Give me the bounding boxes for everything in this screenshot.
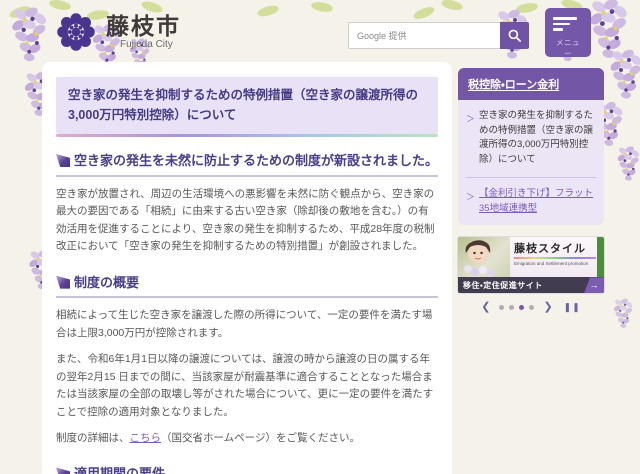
menu-button[interactable]: メニュー	[545, 8, 591, 58]
link-prefix-text: 制度の詳細は、	[56, 432, 130, 444]
arrow-right-icon: →	[584, 277, 604, 294]
sidebar-category-title: 税控除・ローン金利	[468, 79, 560, 91]
sidebar-nav-list: ＞ 空き家の発生を抑制するための特例措置（空き家の譲渡所得の3,000万円特別控…	[458, 100, 604, 226]
sidebar-item-flat35[interactable]: ＞ 【金利引き下げ】フラット35地域連携型	[466, 176, 596, 216]
city-emblem-icon	[57, 13, 95, 51]
carousel-prev-button[interactable]: ❮	[479, 302, 492, 313]
carousel-dots	[499, 305, 535, 311]
banner-subtitle: Emigration and Settlement promotion	[514, 261, 589, 267]
banner-rainbow-rule	[514, 257, 596, 260]
city-logo[interactable]: 藤枝市 Fujieda City	[54, 10, 181, 54]
link-suffix-text: （国交省ホームページ）をご覧ください。	[161, 432, 360, 444]
site-header: 藤枝市 Fujieda City メニュー	[0, 0, 640, 62]
triangle-flag-icon	[56, 275, 70, 289]
fujieda-style-banner[interactable]: 藤枝スタイル Emigration and Settlement promoti…	[458, 237, 604, 294]
chevron-right-icon: ＞	[466, 114, 476, 124]
carousel-dot[interactable]	[499, 305, 505, 311]
banner-caption-text: 移住・定住促進サイト	[463, 280, 543, 290]
city-name-en: Fujieda City	[120, 39, 173, 51]
search-icon	[508, 29, 522, 43]
main-content: 空き家の発生を抑制するための特例措置（空き家の譲渡所得の3,000万円特別控除）…	[42, 62, 452, 474]
section-paragraph: また、令和6年1月1日以降の譲渡については、譲渡の時から譲渡の日の属する年の翌年…	[56, 353, 434, 418]
girl-photo-illustration	[464, 240, 495, 278]
section-paragraph: 空き家が放置され、周辺の生活環境への悪影響を未然に防ぐ観点から、空き家の最大の要…	[56, 187, 435, 253]
search-bar	[348, 22, 529, 49]
section-paragraph-with-link: 制度の詳細は、こちら（国交省ホームページ）をご覧ください。	[56, 430, 438, 447]
page-layout: 空き家の発生を抑制するための特例措置（空き家の譲渡所得の3,000万円特別控除）…	[0, 62, 640, 474]
carousel-next-button[interactable]: ❯	[541, 302, 554, 313]
carousel-pause-button[interactable]: ❚❚	[562, 303, 583, 312]
banner-green-stripe	[597, 237, 604, 278]
carousel-dot-active[interactable]	[519, 305, 525, 311]
sidebar-item-label: 【金利引き下げ】フラット35地域連携型	[479, 187, 594, 214]
banner-caption-bar: 移住・定住促進サイト →	[458, 277, 604, 294]
banner-text-area: 藤枝スタイル Emigration and Settlement promoti…	[510, 237, 604, 278]
banner-carousel-controls: ❮ ❯ ❚❚	[458, 302, 604, 313]
city-name: 藤枝市	[106, 12, 181, 39]
chevron-right-icon: ＞	[466, 191, 476, 202]
mlit-homepage-link[interactable]: こちら	[130, 432, 162, 444]
sidebar-item-label: 空き家の発生を抑制するための特例措置（空き家の譲渡所得の3,000万円特別控除）…	[479, 110, 594, 166]
section-heading-period: 適用期間の要件	[56, 466, 438, 474]
sidebar: 税控除・ローン金利 ＞ 空き家の発生を抑制するための特例措置（空き家の譲渡所得の…	[458, 62, 604, 313]
section-heading-overview: 制度の概要	[56, 275, 438, 299]
triangle-flag-icon	[56, 154, 70, 167]
sidebar-item-current-page[interactable]: ＞ 空き家の発生を抑制するための特例措置（空き家の譲渡所得の3,000万円特別控…	[466, 109, 596, 168]
search-input[interactable]	[348, 22, 500, 49]
sidebar-category-header[interactable]: 税控除・ローン金利	[458, 68, 604, 100]
section-heading-text: 空き家の発生を未然に防止するための制度が新設されました。	[74, 153, 439, 168]
search-button[interactable]	[500, 22, 529, 49]
section-paragraph: 相続によって生じた空き家を譲渡した際の所得について、一定の要件を満たす場合は上限…	[56, 309, 433, 339]
page-title: 空き家の発生を抑制するための特例措置（空き家の譲渡所得の3,000万円特別控除）…	[56, 77, 438, 137]
section-heading-new-system: 空き家の発生を未然に防止するための制度が新設されました。	[56, 153, 438, 177]
section-heading-text: 適用期間の要件	[74, 466, 166, 474]
banner-title: 藤枝スタイル	[514, 243, 586, 256]
triangle-flag-icon	[56, 467, 70, 474]
menu-label: メニュー	[556, 37, 580, 58]
carousel-dot[interactable]	[529, 305, 535, 311]
hamburger-icon	[553, 17, 577, 31]
banner-photo-girl	[458, 237, 510, 278]
carousel-dot[interactable]	[509, 305, 515, 311]
section-heading-text: 制度の概要	[74, 274, 140, 290]
banner-image: 藤枝スタイル Emigration and Settlement promoti…	[458, 237, 604, 278]
